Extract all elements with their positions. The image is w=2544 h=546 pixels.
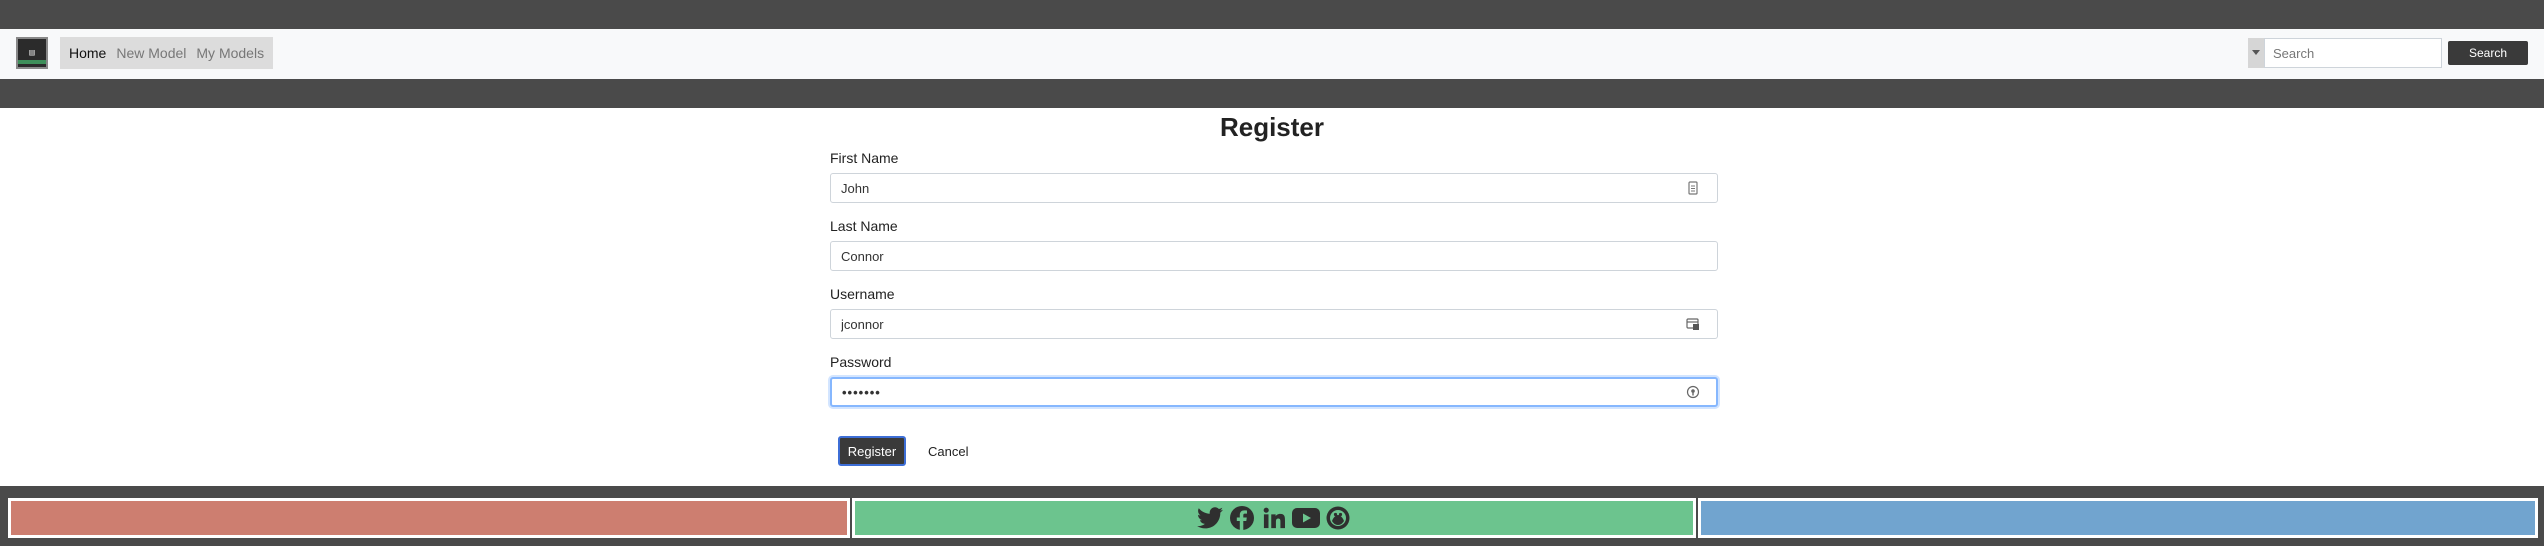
page-title: Register	[1219, 112, 1325, 142]
logo-glyph: ▤	[29, 48, 35, 58]
youtube-icon[interactable]	[1292, 504, 1320, 532]
first-name-field: First Name	[830, 148, 1718, 203]
search-dropdown-toggle[interactable]	[2248, 38, 2264, 68]
nav-link-my-models[interactable]: My Models	[191, 37, 269, 69]
caret-down-icon	[2252, 50, 2260, 55]
password-field: Password	[830, 352, 1718, 407]
register-button[interactable]: Register	[838, 436, 906, 466]
username-label: Username	[830, 286, 895, 302]
contact-card-icon[interactable]	[1686, 181, 1700, 195]
first-name-label: First Name	[830, 150, 899, 166]
username-field: Username	[830, 284, 1718, 339]
last-name-field: Last Name	[830, 216, 1718, 271]
footer-panel-right	[1698, 498, 2538, 538]
form-actions: Register Cancel	[838, 436, 968, 466]
nav-link-home[interactable]: Home	[64, 37, 111, 69]
github-icon[interactable]	[1324, 504, 1352, 532]
register-form: First Name Last Name Username	[830, 148, 1718, 420]
search-button[interactable]: Search	[2448, 41, 2528, 65]
cancel-button[interactable]: Cancel	[928, 444, 968, 459]
search-input[interactable]	[2264, 38, 2442, 68]
twitter-icon[interactable]	[1196, 504, 1224, 532]
facebook-icon[interactable]	[1228, 504, 1256, 532]
last-name-input[interactable]	[830, 241, 1718, 271]
username-input[interactable]	[830, 309, 1718, 339]
first-name-input[interactable]	[830, 173, 1718, 203]
footer-panel-left	[8, 498, 850, 538]
linkedin-icon[interactable]	[1260, 504, 1288, 532]
logo-stripe	[18, 60, 46, 64]
logo[interactable]: ▤	[16, 37, 48, 69]
search-group: Search	[2248, 38, 2528, 68]
last-name-label: Last Name	[830, 218, 898, 234]
autofill-icon[interactable]	[1686, 317, 1700, 331]
navbar: ▤ Home New Model My Models Search	[0, 29, 2544, 79]
nav-link-new-model[interactable]: New Model	[111, 37, 191, 69]
password-key-icon[interactable]	[1686, 385, 1700, 399]
password-label: Password	[830, 354, 892, 370]
password-input[interactable]	[830, 377, 1718, 407]
footer-panel-center	[852, 498, 1696, 538]
footer	[0, 486, 2544, 546]
nav-links: Home New Model My Models	[60, 37, 274, 69]
